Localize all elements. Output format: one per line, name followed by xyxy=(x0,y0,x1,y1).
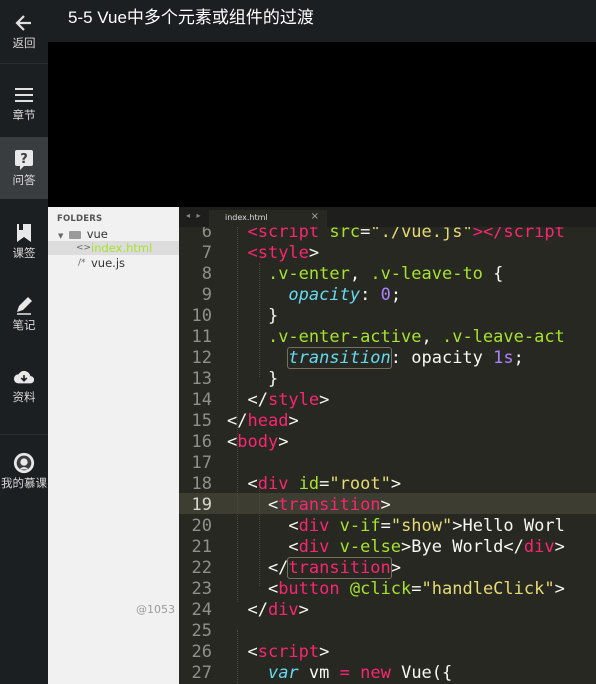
back-arrow-icon xyxy=(13,12,35,34)
watermark: @1053 xyxy=(136,603,175,616)
divider xyxy=(0,63,48,64)
line-number: 9 xyxy=(201,285,212,305)
nav-qa[interactable]: ? 问答 xyxy=(0,137,48,199)
chevron-down-icon: ▼ xyxy=(58,232,64,240)
file-index-html[interactable]: <> index.html xyxy=(48,241,179,255)
code-line: </style> xyxy=(227,390,330,410)
code-line: opacity: 0; xyxy=(288,285,402,305)
file-name: index.html xyxy=(91,241,153,255)
nav-chapters[interactable]: 章节 xyxy=(0,72,48,134)
code-line: } xyxy=(227,306,279,326)
divider xyxy=(0,434,48,435)
nav-resources[interactable]: 资料 xyxy=(0,354,48,416)
code-line: <style> xyxy=(247,243,320,263)
line-number: 21 xyxy=(191,537,212,557)
tab-scroll-arrows[interactable]: ◂ ▸ xyxy=(186,211,203,220)
code-line: .v-enter-active, .v-leave-act xyxy=(267,327,565,347)
code-line: <div id="root"> xyxy=(227,474,402,494)
code-line: <div v-else>Bye World</div> xyxy=(227,537,565,557)
line-number: 18 xyxy=(191,474,212,494)
svg-text:?: ? xyxy=(20,152,28,167)
line-number: 16 xyxy=(191,432,212,452)
line-number: 26 xyxy=(191,642,212,662)
nav-bookmarks[interactable]: 课签 xyxy=(0,210,48,272)
video-area[interactable] xyxy=(48,42,596,207)
code-line: <div v-if="show">Hello Worl xyxy=(227,516,565,536)
left-nav: 返回 章节 ? 问答 课签 笔记 资料 我的慕课 xyxy=(0,0,48,684)
code-file-icon: <> xyxy=(76,243,92,253)
code-editor[interactable]: 6 7 8 9 10 11 12 13 14 15 16 17 18 19 20… xyxy=(179,227,596,684)
folder-name: vue xyxy=(86,227,108,241)
code-line: .v-enter, .v-leave-to { xyxy=(267,264,504,284)
nav-label: 返回 xyxy=(12,36,36,50)
code-line: <body> xyxy=(227,432,289,452)
line-number: 17 xyxy=(191,453,212,473)
nav-label: 课签 xyxy=(12,246,36,260)
download-icon xyxy=(13,366,35,388)
nav-label: 问答 xyxy=(12,173,36,187)
line-number: 27 xyxy=(191,663,212,683)
nav-label: 我的慕课 xyxy=(1,476,47,490)
nav-my-courses[interactable]: 我的慕课 xyxy=(0,440,48,502)
code-line: </head> xyxy=(227,411,299,431)
mooc-logo-icon xyxy=(13,452,35,474)
line-number: 22 xyxy=(191,558,212,578)
line-number: 11 xyxy=(191,327,212,347)
folder-icon xyxy=(69,230,82,239)
line-number: 24 xyxy=(191,600,212,620)
line-number: 23 xyxy=(191,579,212,599)
code-line: </div> xyxy=(227,600,309,620)
question-icon: ? xyxy=(13,149,35,171)
tab-index-html[interactable]: index.html × xyxy=(209,210,327,227)
line-number: 15 xyxy=(191,411,212,431)
pencil-icon xyxy=(13,294,35,316)
line-number: 13 xyxy=(191,369,212,389)
line-number: 25 xyxy=(191,621,212,641)
nav-notes[interactable]: 笔记 xyxy=(0,282,48,344)
script-file-icon: /* xyxy=(78,258,86,268)
code-line: </transition> xyxy=(227,557,402,579)
tab-label: index.html xyxy=(225,213,268,222)
page-title: 5-5 Vue中多个元素或组件的过渡 xyxy=(68,8,314,27)
code-line: <button @click="handleClick"> xyxy=(227,579,565,599)
nav-label: 章节 xyxy=(12,108,36,122)
line-number: 20 xyxy=(191,516,212,536)
file-vue-js[interactable]: /* vue.js xyxy=(48,256,179,270)
code-line: transition: opacity 1s; xyxy=(287,347,524,369)
line-number: 14 xyxy=(191,390,212,410)
code-line: var vm = new Vue({ xyxy=(267,663,453,683)
close-icon[interactable]: × xyxy=(311,211,319,222)
tab-bar: ◂ ▸ index.html × xyxy=(179,207,596,227)
code-line-current: <transition> xyxy=(227,495,391,515)
nav-label: 资料 xyxy=(12,390,36,404)
line-number-current: 19 xyxy=(191,495,212,515)
line-number: 8 xyxy=(201,264,212,284)
nav-back[interactable]: 返回 xyxy=(0,0,48,62)
nav-label: 笔记 xyxy=(12,318,36,332)
code-line: <script> xyxy=(227,642,330,662)
video-header: 5-5 Vue中多个元素或组件的过渡 xyxy=(48,0,596,42)
code-line: } xyxy=(227,369,279,389)
line-number: 10 xyxy=(191,306,212,326)
folders-heading: FOLDERS xyxy=(57,214,103,224)
folder-vue[interactable]: ▼ vue xyxy=(58,227,108,241)
code-line: <script src="./vue.js"></script xyxy=(247,227,565,242)
file-name: vue.js xyxy=(91,256,126,270)
line-number: 7 xyxy=(201,243,212,263)
line-number: 6 xyxy=(201,227,212,242)
bookmark-icon xyxy=(13,222,35,244)
line-number: 12 xyxy=(191,348,212,368)
list-icon xyxy=(13,84,35,106)
